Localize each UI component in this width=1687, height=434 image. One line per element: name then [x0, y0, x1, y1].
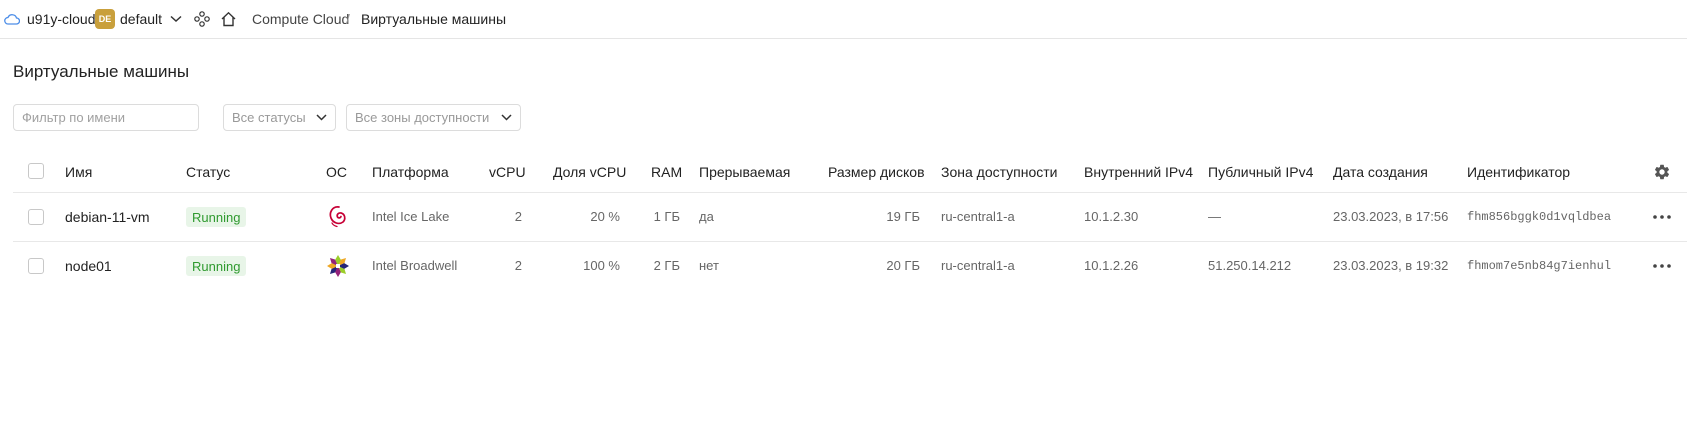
preemptible: да — [699, 209, 714, 224]
zone: ru-central1-a — [941, 209, 1015, 224]
column-header-status[interactable]: Статус — [186, 164, 230, 180]
divider — [13, 192, 1687, 193]
gear-icon[interactable] — [1652, 162, 1672, 182]
ram: 1 ГБ — [653, 209, 680, 224]
cloud-icon — [4, 0, 20, 38]
vm-name[interactable]: node01 — [65, 258, 112, 274]
vm-id: fhmom7e5nb84g7ienhul — [1467, 259, 1612, 273]
vm-name[interactable]: debian-11-vm — [65, 209, 150, 225]
breadcrumb-current: Виртуальные машины — [361, 11, 507, 27]
column-header-internal-ip[interactable]: Внутренний IPv4 — [1084, 164, 1193, 180]
column-header-disk-size[interactable]: Размер дисков — [828, 164, 925, 180]
chevron-down-icon — [170, 15, 182, 23]
disk-size: 19 ГБ — [886, 209, 920, 224]
divider — [13, 241, 1687, 242]
internal-ip: 10.1.2.26 — [1084, 258, 1139, 273]
platform: Intel Broadwell — [372, 258, 458, 273]
vm-id: fhm856bggk0d1vqldbea — [1467, 210, 1612, 224]
top-bar: u91y-cloud DE default Compute Cloud / Ви… — [0, 0, 1687, 39]
column-header-ram[interactable]: RAM — [651, 164, 682, 180]
disk-size: 20 ГБ — [886, 258, 920, 273]
ram: 2 ГБ — [653, 258, 680, 273]
created-date: 23.03.2023, в 17:56 — [1333, 209, 1449, 224]
centos-logo-icon — [326, 254, 350, 278]
zone-select[interactable]: Все зоны доступности — [346, 104, 521, 131]
vcpu: 2 — [514, 258, 522, 273]
vcpu-share: 20 % — [590, 209, 620, 224]
status-select-value: Все статусы — [232, 110, 306, 125]
page-title: Виртуальные машины — [13, 62, 190, 81]
created-date: 23.03.2023, в 19:32 — [1333, 258, 1449, 273]
public-ip: — — [1208, 209, 1221, 224]
column-header-id[interactable]: Идентификатор — [1467, 164, 1570, 180]
folder-badge: DE — [95, 9, 115, 29]
breadcrumb-service[interactable]: Compute Cloud — [252, 0, 349, 38]
select-all-checkbox[interactable] — [28, 163, 44, 179]
chevron-down-icon — [501, 114, 512, 121]
vcpu: 2 — [514, 209, 522, 224]
folder-selector[interactable]: DE default — [95, 0, 182, 38]
column-header-created[interactable]: Дата создания — [1333, 164, 1428, 180]
chevron-down-icon — [316, 114, 327, 121]
platform: Intel Ice Lake — [372, 209, 450, 224]
column-header-zone[interactable]: Зона доступности — [941, 164, 1058, 180]
column-header-os[interactable]: ОС — [326, 164, 347, 180]
debian-logo-icon — [326, 204, 350, 228]
name-filter-input[interactable] — [22, 110, 190, 125]
cloud-name[interactable]: u91y-cloud — [27, 0, 96, 38]
column-header-preemptible[interactable]: Прерываемая — [699, 164, 790, 180]
status-select[interactable]: Все статусы — [223, 104, 336, 131]
home-icon[interactable] — [220, 0, 237, 38]
name-filter[interactable] — [13, 104, 199, 131]
status-badge: Running — [186, 207, 247, 227]
more-actions-icon[interactable] — [1652, 208, 1672, 226]
column-header-vcpu[interactable]: vCPU — [489, 164, 526, 180]
breadcrumb-separator: / — [346, 11, 350, 27]
public-ip: 51.250.14.212 — [1208, 258, 1292, 273]
column-header-vcpu-share[interactable]: Доля vCPU — [553, 164, 626, 180]
column-header-public-ip[interactable]: Публичный IPv4 — [1208, 164, 1313, 180]
row-checkbox[interactable] — [28, 209, 44, 225]
zone-select-value: Все зоны доступности — [355, 110, 490, 125]
internal-ip: 10.1.2.30 — [1084, 209, 1139, 224]
column-header-platform[interactable]: Платформа — [372, 164, 449, 180]
more-actions-icon[interactable] — [1652, 257, 1672, 275]
preemptible: нет — [699, 258, 719, 273]
row-checkbox[interactable] — [28, 258, 44, 274]
column-header-name[interactable]: Имя — [65, 164, 92, 180]
status-badge: Running — [186, 256, 247, 276]
vcpu-share: 100 % — [583, 258, 620, 273]
zone: ru-central1-a — [941, 258, 1015, 273]
folder-name: default — [120, 11, 163, 27]
services-icon[interactable] — [194, 0, 210, 38]
